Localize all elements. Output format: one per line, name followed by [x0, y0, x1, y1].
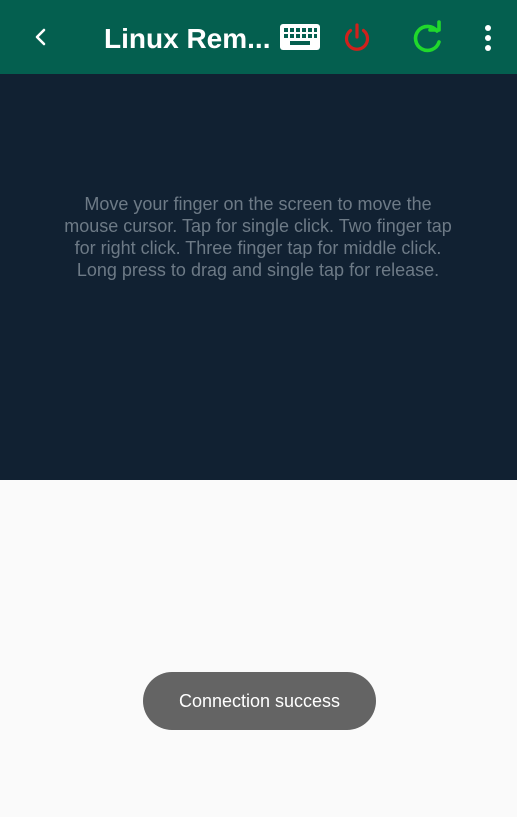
chevron-left-icon [35, 28, 46, 46]
refresh-button[interactable] [408, 20, 446, 58]
touchpad-hint: Move your finger on the screen to move t… [64, 194, 452, 280]
page-title: Linux Rem... [104, 23, 271, 54]
back-button[interactable] [24, 20, 58, 54]
toast-message: Connection success [143, 672, 376, 730]
app-root: Linux Rem... Move your finger on the scr… [0, 0, 517, 817]
toast-text: Connection success [178, 690, 341, 711]
power-icon [344, 23, 370, 51]
power-button[interactable] [340, 21, 374, 55]
keyboard-button[interactable] [278, 22, 322, 52]
overflow-menu-button[interactable] [476, 22, 500, 54]
toolbar: Linux Rem... [0, 0, 517, 74]
refresh-icon [413, 20, 441, 53]
more-vert-icon [485, 25, 491, 51]
keyboard-icon [280, 24, 320, 50]
touchpad-area[interactable]: Move your finger on the screen to move t… [0, 74, 517, 480]
